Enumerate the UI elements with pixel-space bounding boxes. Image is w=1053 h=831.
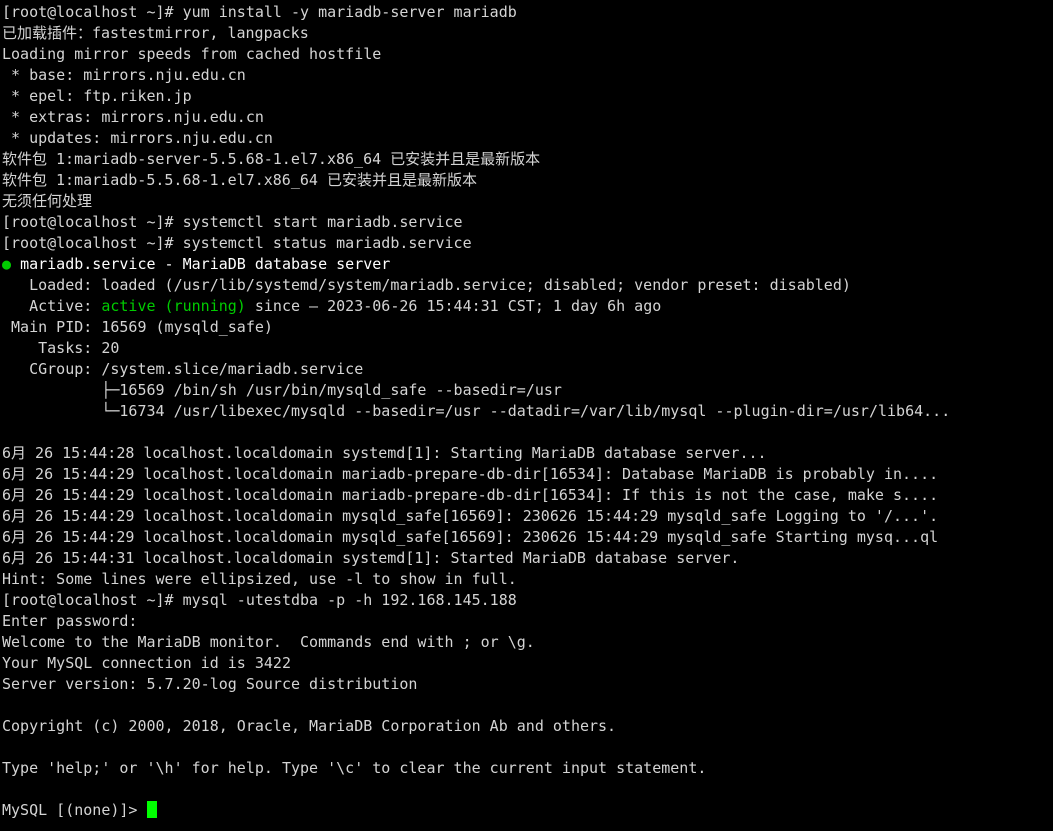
- terminal-text: Enter password:: [2, 612, 138, 630]
- terminal-line: 6月 26 15:44:29 localhost.localdomain mar…: [2, 464, 1053, 485]
- terminal-text: 6月 26 15:44:29 localhost.localdomain mys…: [2, 507, 939, 525]
- terminal-text: * updates: mirrors.nju.edu.cn: [2, 129, 273, 147]
- terminal-line: Loading mirror speeds from cached hostfi…: [2, 44, 1053, 65]
- terminal-text: └─16734 /usr/libexec/mysqld --basedir=/u…: [2, 402, 951, 420]
- terminal-line: [root@localhost ~]# systemctl status mar…: [2, 233, 1053, 254]
- service-status-dot-icon: ●: [2, 255, 21, 273]
- terminal-text: Type 'help;' or '\h' for help. Type '\c'…: [2, 759, 707, 777]
- terminal-line: Welcome to the MariaDB monitor. Commands…: [2, 632, 1053, 653]
- text-cursor[interactable]: [146, 801, 157, 818]
- terminal-text: Loading mirror speeds from cached hostfi…: [2, 45, 382, 63]
- terminal-line: Hint: Some lines were ellipsized, use -l…: [2, 569, 1053, 590]
- terminal-line: └─16734 /usr/libexec/mysqld --basedir=/u…: [2, 401, 1053, 422]
- terminal-line: [root@localhost ~]# mysql -utestdba -p -…: [2, 590, 1053, 611]
- terminal-line: 软件包 1:mariadb-server-5.5.68-1.el7.x86_64…: [2, 149, 1053, 170]
- terminal-text: 已加载插件：fastestmirror, langpacks: [2, 24, 309, 42]
- terminal-line: Main PID: 16569 (mysqld_safe): [2, 317, 1053, 338]
- terminal-text: Your MySQL connection id is 3422: [2, 654, 291, 672]
- terminal-text: ├─16569 /bin/sh /usr/bin/mysqld_safe --b…: [2, 381, 562, 399]
- terminal-line: MySQL [(none)]>: [2, 800, 1053, 821]
- service-active-status: active (running): [101, 297, 246, 315]
- terminal-text: 6月 26 15:44:28 localhost.localdomain sys…: [2, 444, 767, 462]
- terminal-text: mariadb.service - MariaDB database serve…: [20, 255, 391, 273]
- terminal-line: * extras: mirrors.nju.edu.cn: [2, 107, 1053, 128]
- terminal-text: [root@localhost ~]# systemctl start mari…: [2, 213, 463, 231]
- terminal-text: 6月 26 15:44:29 localhost.localdomain mar…: [2, 486, 939, 504]
- terminal-text: 软件包 1:mariadb-server-5.5.68-1.el7.x86_64…: [2, 150, 541, 168]
- terminal-text: Hint: Some lines were ellipsized, use -l…: [2, 570, 517, 588]
- terminal-text: CGroup: /system.slice/mariadb.service: [2, 360, 364, 378]
- terminal-line: CGroup: /system.slice/mariadb.service: [2, 359, 1053, 380]
- terminal-text: 软件包 1:mariadb-5.5.68-1.el7.x86_64 已安装并且是…: [2, 171, 477, 189]
- terminal-text: [root@localhost ~]# systemctl status mar…: [2, 234, 472, 252]
- terminal-line: ├─16569 /bin/sh /usr/bin/mysqld_safe --b…: [2, 380, 1053, 401]
- mysql-prompt: MySQL [(none)]>: [2, 801, 147, 819]
- terminal-line: Copyright (c) 2000, 2018, Oracle, MariaD…: [2, 716, 1053, 737]
- terminal-text: * base: mirrors.nju.edu.cn: [2, 66, 246, 84]
- terminal-line: 6月 26 15:44:29 localhost.localdomain mys…: [2, 506, 1053, 527]
- terminal-text: 无须任何处理: [2, 192, 93, 210]
- terminal-line: * updates: mirrors.nju.edu.cn: [2, 128, 1053, 149]
- terminal-text: Active:: [2, 297, 102, 315]
- terminal-line: [root@localhost ~]# yum install -y maria…: [2, 2, 1053, 23]
- terminal-line: 软件包 1:mariadb-5.5.68-1.el7.x86_64 已安装并且是…: [2, 170, 1053, 191]
- terminal-text: Welcome to the MariaDB monitor. Commands…: [2, 633, 535, 651]
- terminal-text: [root@localhost ~]# mysql -utestdba -p -…: [2, 591, 517, 609]
- terminal-text: Server version: 5.7.20-log Source distri…: [2, 675, 418, 693]
- terminal-line: 6月 26 15:44:28 localhost.localdomain sys…: [2, 443, 1053, 464]
- terminal-line: * epel: ftp.riken.jp: [2, 86, 1053, 107]
- terminal-line: Type 'help;' or '\h' for help. Type '\c'…: [2, 758, 1053, 779]
- terminal-line: 无须任何处理: [2, 191, 1053, 212]
- terminal-line: 6月 26 15:44:31 localhost.localdomain sys…: [2, 548, 1053, 569]
- terminal-text: 6月 26 15:44:29 localhost.localdomain mar…: [2, 465, 939, 483]
- terminal-line: 已加载插件：fastestmirror, langpacks: [2, 23, 1053, 44]
- terminal-text: [root@localhost ~]# yum install -y maria…: [2, 3, 517, 21]
- terminal-text: Tasks: 20: [2, 339, 120, 357]
- terminal-window[interactable]: [root@localhost ~]# yum install -y maria…: [0, 0, 1053, 831]
- terminal-line: Tasks: 20: [2, 338, 1053, 359]
- terminal-line: * base: mirrors.nju.edu.cn: [2, 65, 1053, 86]
- terminal-line: 6月 26 15:44:29 localhost.localdomain mar…: [2, 485, 1053, 506]
- terminal-line: Enter password:: [2, 611, 1053, 632]
- terminal-text: Main PID: 16569 (mysqld_safe): [2, 318, 273, 336]
- terminal-text: * epel: ftp.riken.jp: [2, 87, 192, 105]
- terminal-line: [root@localhost ~]# systemctl start mari…: [2, 212, 1053, 233]
- terminal-text: Copyright (c) 2000, 2018, Oracle, MariaD…: [2, 717, 617, 735]
- terminal-text: 6月 26 15:44:29 localhost.localdomain mys…: [2, 528, 939, 546]
- terminal-line: Loaded: loaded (/usr/lib/systemd/system/…: [2, 275, 1053, 296]
- terminal-text: * extras: mirrors.nju.edu.cn: [2, 108, 264, 126]
- terminal-text: since — 2023-06-26 15:44:31 CST; 1 day 6…: [245, 297, 662, 315]
- terminal-line: ● mariadb.service - MariaDB database ser…: [2, 254, 1053, 275]
- terminal-text: Loaded: loaded (/usr/lib/systemd/system/…: [2, 276, 851, 294]
- terminal-line: Active: active (running) since — 2023-06…: [2, 296, 1053, 317]
- terminal-line: Server version: 5.7.20-log Source distri…: [2, 674, 1053, 695]
- terminal-line: 6月 26 15:44:29 localhost.localdomain mys…: [2, 527, 1053, 548]
- terminal-line: Your MySQL connection id is 3422: [2, 653, 1053, 674]
- terminal-text: 6月 26 15:44:31 localhost.localdomain sys…: [2, 549, 740, 567]
